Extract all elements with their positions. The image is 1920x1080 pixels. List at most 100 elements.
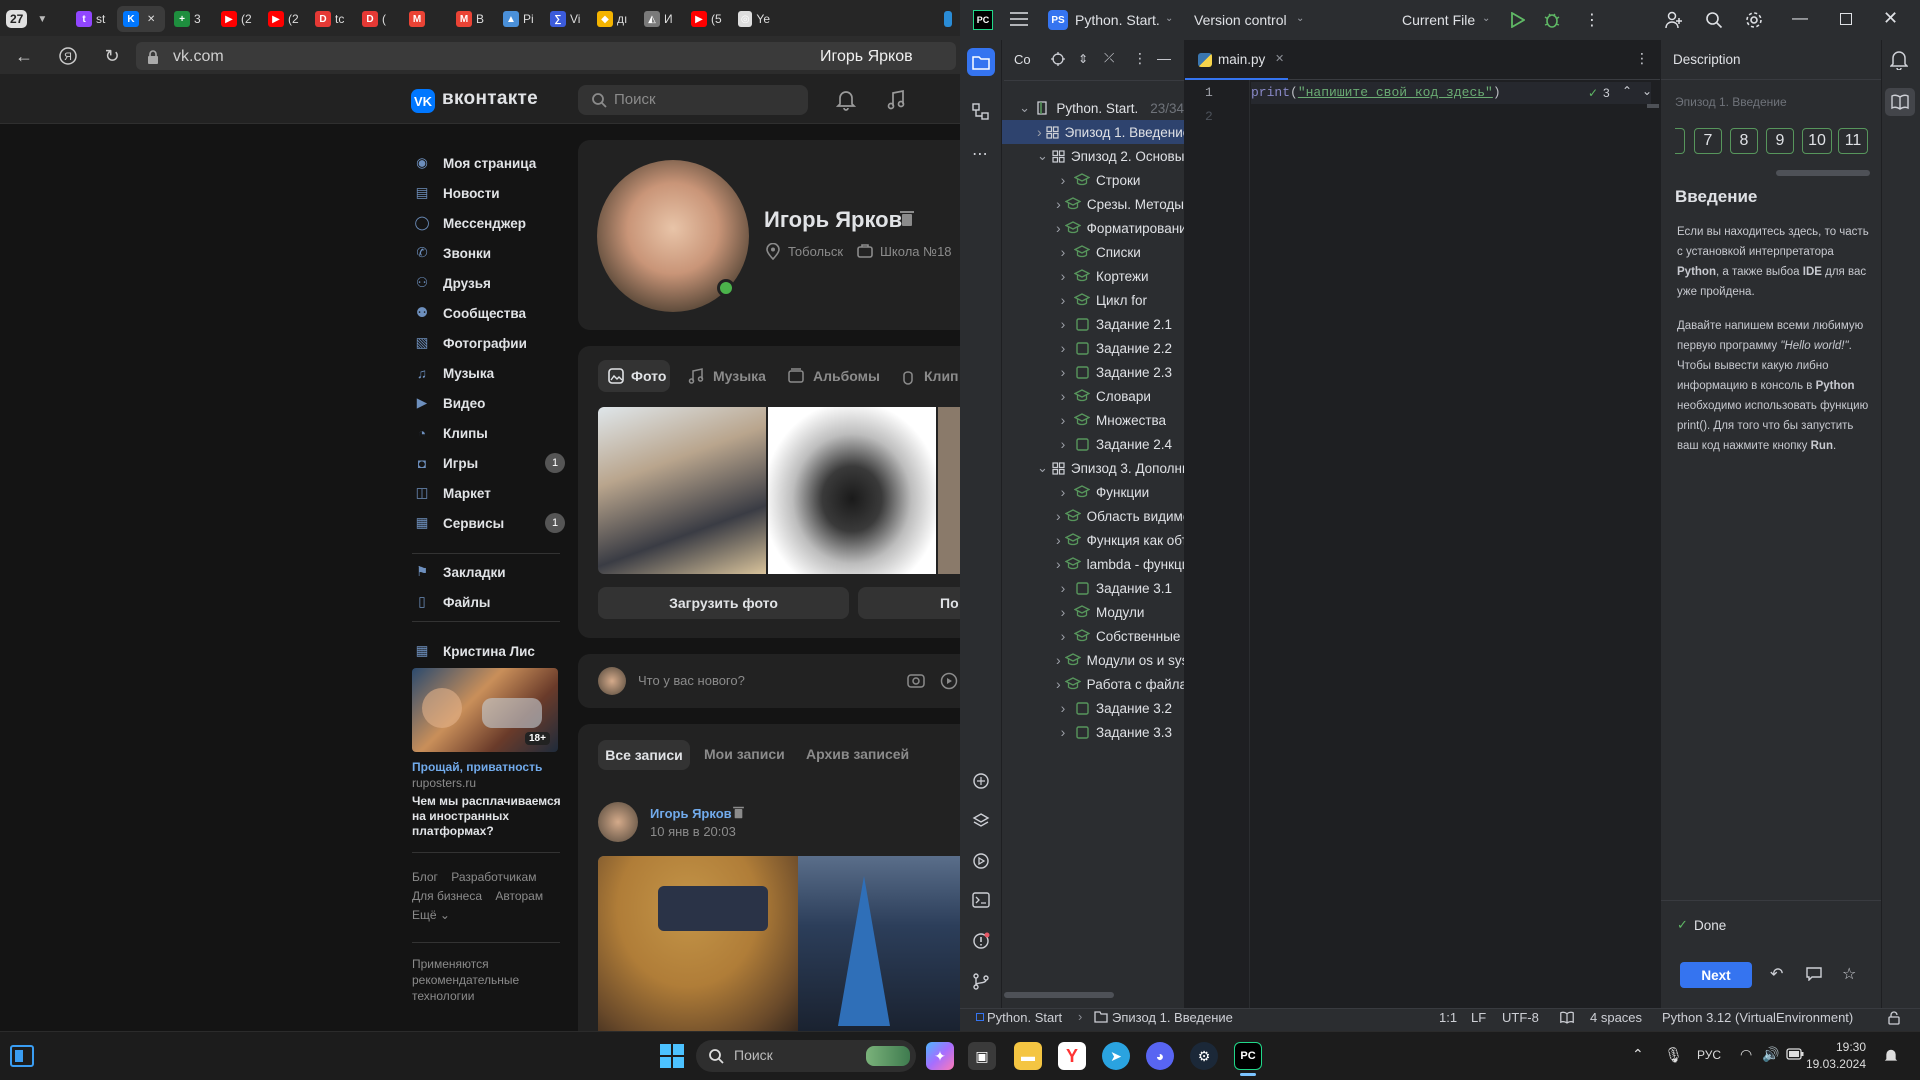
chevron-right-icon[interactable]: › — [1056, 700, 1070, 716]
editor-tab-main[interactable]: main.py — [1218, 52, 1265, 67]
music-note-icon[interactable] — [886, 89, 906, 111]
bell-icon[interactable] — [836, 89, 856, 111]
chevron-right-icon[interactable]: › — [1056, 652, 1061, 668]
task-number-button[interactable]: 9 — [1766, 128, 1794, 154]
tree-item[interactable]: › Модули — [1002, 600, 1184, 624]
star-icon[interactable]: ☆ — [1842, 964, 1856, 984]
chevron-right-icon[interactable]: › — [1056, 604, 1070, 620]
yandex-icon[interactable]: Я — [58, 46, 78, 66]
clock-date[interactable]: 19.03.2024 — [1796, 1057, 1866, 1071]
browser-tab[interactable]: ◆ дı — [591, 6, 635, 32]
sidebar-item[interactable]: ⚇ Друзья — [412, 271, 491, 295]
chevron-right-icon[interactable]: › — [1056, 316, 1070, 332]
back-icon[interactable]: ← — [14, 46, 34, 66]
vk-logo-text[interactable]: вконтакте — [442, 88, 538, 110]
inspection-check-icon[interactable]: ✓ — [1588, 86, 1598, 100]
sidebar-item[interactable]: ◘ Игры — [412, 451, 478, 475]
browser-tab[interactable] — [938, 6, 958, 32]
readonly-book-icon[interactable] — [1560, 1011, 1574, 1024]
tab-counter[interactable]: 27 ▼ — [6, 6, 47, 32]
discord-icon[interactable]: ◕ — [1146, 1042, 1174, 1070]
chevron-right-icon[interactable]: › — [1056, 508, 1061, 524]
tree-item[interactable]: › Строки — [1002, 168, 1184, 192]
wifi-icon[interactable]: ◠ — [1740, 1046, 1752, 1063]
python-console-icon[interactable] — [972, 772, 990, 790]
task-number-button[interactable]: 7 — [1694, 128, 1722, 154]
ad-text[interactable]: Чем мы расплачиваемся на иностранных пла… — [412, 794, 562, 839]
notification-bell-icon[interactable] — [1884, 1048, 1898, 1064]
chevron-up-icon[interactable]: ⌃ — [1622, 84, 1632, 98]
steam-icon[interactable]: ⚙ — [1190, 1042, 1218, 1070]
expand-all-icon[interactable]: ⇕ — [1078, 52, 1088, 66]
browser-tab[interactable]: ∑ Vi — [544, 6, 588, 32]
more-icon[interactable]: ⋮ — [1584, 10, 1600, 30]
chevron-right-icon[interactable]: › — [1056, 724, 1070, 740]
status-encoding[interactable]: UTF-8 — [1502, 1010, 1539, 1025]
tree-item[interactable]: › Задание 2.4 — [1002, 432, 1184, 456]
sidebar-item[interactable]: ◔ Клипы — [412, 421, 488, 445]
vk-logo-icon[interactable]: VK — [411, 89, 435, 113]
tree-item[interactable]: ⌄ Эпизод 3. Дополнительно — [1002, 456, 1184, 480]
vk-search-input[interactable] — [578, 85, 808, 115]
hamburger-menu-icon[interactable] — [1010, 12, 1028, 26]
tree-item[interactable]: › Списки — [1002, 240, 1184, 264]
browser-tab[interactable]: ▶ (2 — [215, 6, 259, 32]
footer-link-business[interactable]: Для бизнеса — [412, 889, 482, 903]
tree-item[interactable]: › lambda - функции — [1002, 552, 1184, 576]
file-explorer-icon[interactable]: ▬ — [1014, 1042, 1042, 1070]
telegram-icon[interactable]: ➤ — [1102, 1042, 1130, 1070]
sidebar-item[interactable]: ▤ Новости — [412, 181, 500, 205]
run-panel-icon[interactable] — [972, 852, 990, 870]
windows-start-icon[interactable] — [660, 1044, 684, 1068]
footer-link-authors[interactable]: Авторам — [495, 889, 543, 903]
tree-item[interactable]: › Задание 3.3 — [1002, 720, 1184, 744]
task-number-button[interactable]: 11 — [1838, 128, 1868, 154]
maximize-icon[interactable] — [1840, 13, 1852, 25]
tree-item[interactable]: ⌄ Эпизод 2. Основы — [1002, 144, 1184, 168]
chevron-right-icon[interactable]: › — [1056, 292, 1070, 308]
microphone-icon[interactable]: 🎙 — [1664, 1046, 1683, 1064]
chevron-right-icon[interactable]: › — [1056, 268, 1070, 284]
browser-tab[interactable]: D( — [356, 6, 400, 32]
play-icon[interactable] — [940, 672, 958, 690]
collapse-all-icon[interactable]: ⤫ — [1104, 50, 1114, 66]
footer-link-more[interactable]: Ещё — [412, 908, 437, 922]
comment-icon[interactable] — [1806, 967, 1822, 981]
chevron-down-icon[interactable]: ⌄ — [1642, 84, 1652, 98]
photo-thumb[interactable] — [768, 407, 936, 574]
tree-item[interactable]: › Задание 2.1 — [1002, 312, 1184, 336]
browser-tab[interactable]: K ✕ — [117, 6, 165, 32]
wall-tab-mine[interactable]: Мои записи — [704, 746, 785, 762]
profile-school[interactable]: Школа №18 — [880, 244, 952, 259]
status-caret-pos[interactable]: 1:1 — [1439, 1010, 1457, 1025]
task-number-button[interactable]: 10 — [1802, 128, 1832, 154]
browser-tab[interactable]: M — [403, 6, 447, 32]
language-indicator[interactable]: РУС — [1697, 1048, 1721, 1062]
tab-clips[interactable]: Клип — [924, 368, 959, 384]
sidebar-item[interactable]: ⚑ Закладки — [412, 560, 506, 584]
chevron-right-icon[interactable]: › — [1056, 364, 1070, 380]
chevron-right-icon[interactable]: › — [1056, 388, 1070, 404]
tree-item[interactable]: › Функция как объект — [1002, 528, 1184, 552]
run-icon[interactable] — [1511, 12, 1525, 28]
locate-icon[interactable] — [1051, 52, 1065, 66]
chevron-right-icon[interactable]: › — [1056, 532, 1061, 548]
status-crumb-course[interactable]: Python. Start — [987, 1010, 1062, 1025]
tree-item[interactable]: › Задание 3.1 — [1002, 576, 1184, 600]
book-icon[interactable] — [1885, 88, 1915, 116]
tree-item[interactable]: › Кортежи — [1002, 264, 1184, 288]
chevron-down-icon[interactable]: ⌄ — [1037, 460, 1048, 476]
browser-tab[interactable]: ▶ (2 — [262, 6, 306, 32]
tree-item[interactable]: › Работа с файлами — [1002, 672, 1184, 696]
sidebar-item[interactable]: ▯ Файлы — [412, 590, 490, 614]
search-icon[interactable] — [1705, 11, 1723, 29]
run-config-selector[interactable]: Current File — [1402, 12, 1475, 28]
browser-tab[interactable]: ▲ Pi — [497, 6, 541, 32]
tab-music[interactable]: Музыка — [713, 368, 766, 384]
photo-thumb[interactable] — [598, 407, 766, 574]
structure-icon[interactable] — [972, 103, 990, 121]
notifications-icon[interactable] — [1890, 50, 1908, 70]
settings-icon[interactable] — [1744, 10, 1764, 30]
code-editor[interactable] — [1185, 40, 1660, 1008]
post-author[interactable]: Игорь Ярков — [650, 806, 732, 821]
